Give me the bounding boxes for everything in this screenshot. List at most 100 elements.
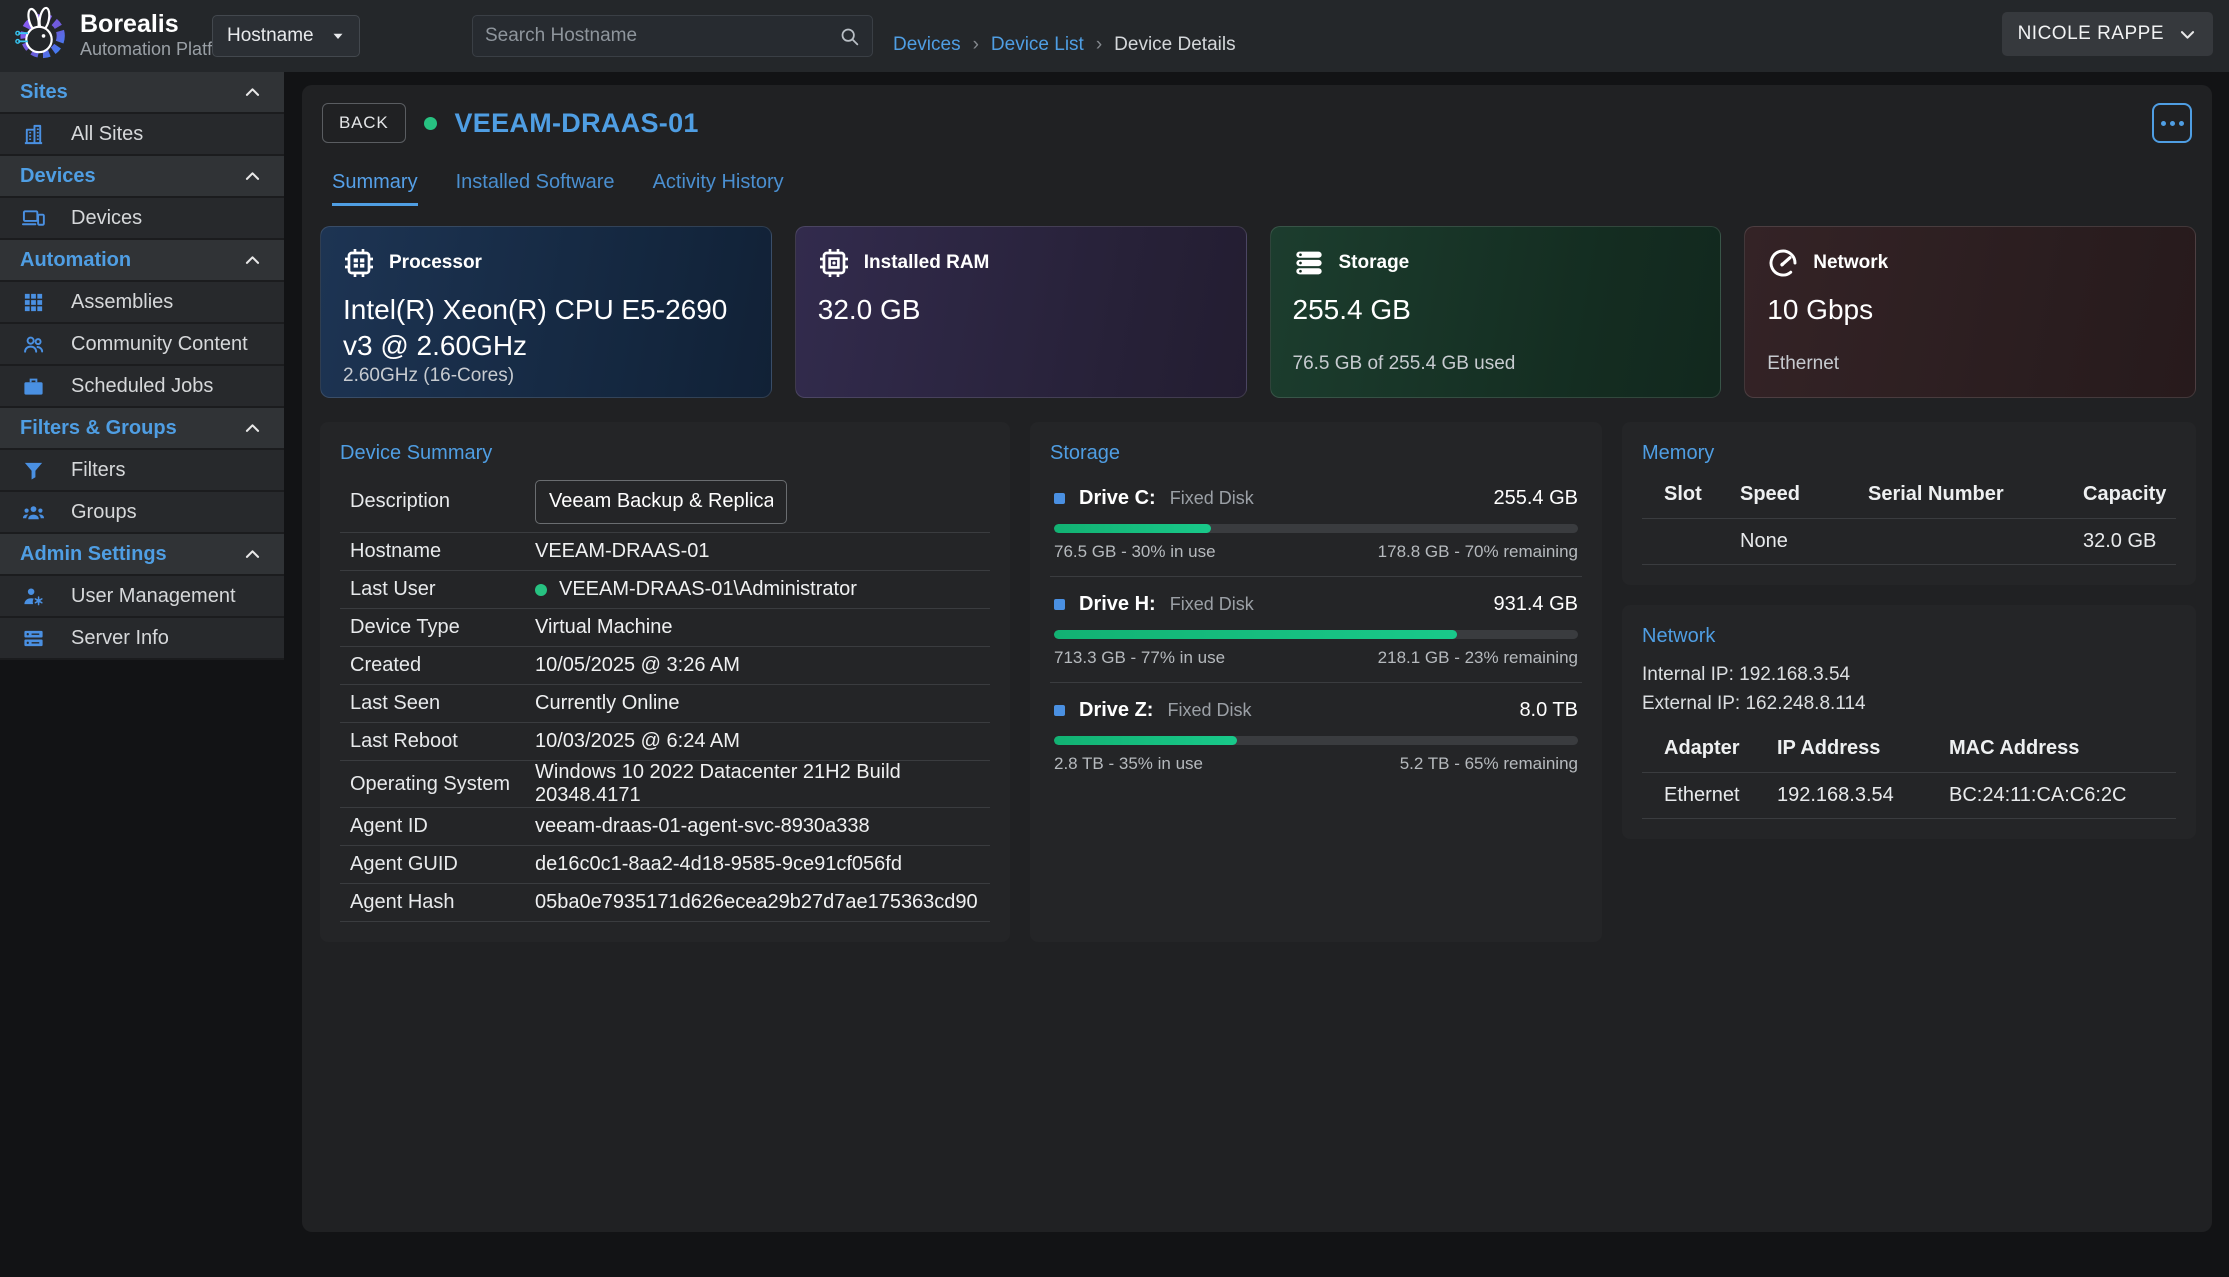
sidebar-item[interactable]: Assemblies <box>0 282 284 324</box>
tab[interactable]: Activity History <box>653 171 784 206</box>
processor-value: Intel(R) Xeon(R) CPU E5-2690 v3 @ 2.60GH… <box>343 292 749 365</box>
ellipsis-icon <box>2170 121 2175 126</box>
row-label: Last User <box>350 578 535 601</box>
row-value: Windows 10 2022 Datacenter 21H2 Build 20… <box>535 761 984 807</box>
drive-type: Fixed Disk <box>1170 488 1254 509</box>
external-ip: External IP: 162.248.8.114 <box>1642 689 2176 718</box>
sidebar-header-filters-groups[interactable]: Filters & Groups <box>0 408 284 450</box>
panel-title: Storage <box>1050 442 1582 465</box>
sidebar-header-sites[interactable]: Sites <box>0 72 284 114</box>
ram-value: 32.0 GB <box>818 292 1224 328</box>
card-title: Network <box>1813 252 1888 274</box>
drive-usage-bar <box>1054 630 1578 639</box>
row-value: Currently Online <box>535 692 680 715</box>
right-column: Memory Slot Speed Serial Number Capacity… <box>1622 422 2196 942</box>
processor-subtitle: 2.60GHz (16-Cores) <box>343 365 749 389</box>
memory-row: None 32.0 GB <box>1642 518 2176 565</box>
ram-chip-icon <box>818 247 850 279</box>
row-value: 10/05/2025 @ 3:26 AM <box>535 654 740 677</box>
sidebar-section-filters-groups: Filters & Groups Filters Groups <box>0 408 284 534</box>
hostname-filter-select[interactable]: Hostname <box>212 15 360 57</box>
memory-slot <box>1642 530 1740 553</box>
more-actions-button[interactable] <box>2152 103 2192 143</box>
sidebar-item-label: All Sites <box>71 123 143 146</box>
memory-col-serial: Serial Number <box>1868 483 2083 506</box>
hostname-search[interactable] <box>472 15 873 57</box>
summary-row-description: Description <box>340 471 990 533</box>
drive-name: Drive Z: <box>1079 699 1153 722</box>
network-col-mac: MAC Address <box>1949 737 2176 760</box>
section-label: Devices <box>20 165 96 188</box>
sidebar-item[interactable]: Groups <box>0 492 284 534</box>
network-card: Network 10 Gbps Ethernet <box>1744 226 2196 398</box>
sidebar-item[interactable]: Server Info <box>0 618 284 660</box>
summary-row: Hostname VEEAM-DRAAS-01 <box>340 533 990 571</box>
summary-row: Operating System Windows 10 2022 Datacen… <box>340 761 990 808</box>
sidebar-item[interactable]: Devices <box>0 198 284 240</box>
detail-panels: Device Summary Description Hostname VEEA… <box>320 422 2196 942</box>
adapter-ip: 192.168.3.54 <box>1777 784 1949 807</box>
user-menu-button[interactable]: NICOLE RAPPE <box>2002 12 2213 56</box>
breadcrumb-device-list[interactable]: Device List <box>991 34 1084 56</box>
sidebar-item[interactable]: User Management <box>0 576 284 618</box>
sidebar-item-icon <box>22 291 45 314</box>
row-value: Virtual Machine <box>535 616 672 639</box>
row-label: Agent Hash <box>350 891 535 914</box>
drive-row: Drive C: Fixed Disk 255.4 GB 76.5 GB - 3… <box>1050 471 1582 577</box>
drive-usage-bar <box>1054 524 1578 533</box>
ram-subtitle <box>818 375 1224 377</box>
network-value: 10 Gbps <box>1767 292 2173 328</box>
sidebar-section-devices: Devices Devices <box>0 156 284 240</box>
sidebar-item[interactable]: Scheduled Jobs <box>0 366 284 408</box>
breadcrumb-separator: › <box>1096 34 1102 56</box>
row-value: VEEAM-DRAAS-01\Administrator <box>559 578 857 601</box>
drive-remaining-text: 218.1 GB - 23% remaining <box>1378 648 1578 668</box>
sidebar-item[interactable]: Community Content <box>0 324 284 366</box>
sidebar-section-automation: Automation Assemblies Community Content … <box>0 240 284 408</box>
chevron-up-icon <box>243 545 262 564</box>
row-value: veeam-draas-01-agent-svc-8930a338 <box>535 815 870 838</box>
section-label: Admin Settings <box>20 543 167 566</box>
breadcrumb-devices[interactable]: Devices <box>893 34 961 56</box>
sidebar-item[interactable]: All Sites <box>0 114 284 156</box>
sidebar-item-label: Assemblies <box>71 291 173 314</box>
sidebar-header-devices[interactable]: Devices <box>0 156 284 198</box>
internal-ip: Internal IP: 192.168.3.54 <box>1642 660 2176 689</box>
sidebar-item[interactable]: Filters <box>0 450 284 492</box>
top-bar: Borealis Automation Platform Hostname De… <box>0 0 2229 72</box>
description-input[interactable] <box>535 480 787 524</box>
sidebar-item-label: Scheduled Jobs <box>71 375 213 398</box>
installed-ram-card: Installed RAM 32.0 GB <box>795 226 1247 398</box>
adapter-mac: BC:24:11:CA:C6:2C <box>1949 784 2176 807</box>
disk-stack-icon <box>1293 247 1325 279</box>
memory-col-speed: Speed <box>1740 483 1868 506</box>
drive-size: 931.4 GB <box>1493 593 1578 616</box>
drive-name: Drive H: <box>1079 593 1156 616</box>
memory-serial <box>1868 530 2083 553</box>
storage-subtitle: 76.5 GB of 255.4 GB used <box>1293 353 1699 377</box>
section-label: Filters & Groups <box>20 417 177 440</box>
brand-logo: Borealis Automation Platform <box>10 6 243 64</box>
drive-bullet-icon <box>1054 705 1065 716</box>
tab[interactable]: Installed Software <box>456 171 615 206</box>
drive-size: 255.4 GB <box>1493 487 1578 510</box>
row-value: 05ba0e7935171d626ecea29b27d7ae175363cd90 <box>535 891 978 914</box>
search-input[interactable] <box>485 25 839 47</box>
chevron-down-icon <box>2178 25 2197 44</box>
breadcrumb: Devices › Device List › Device Details <box>893 0 1236 72</box>
sidebar-header-admin[interactable]: Admin Settings <box>0 534 284 576</box>
ellipsis-icon <box>2161 121 2166 126</box>
drive-usage-fill <box>1054 524 1211 533</box>
card-title: Processor <box>389 252 482 274</box>
drive-used-text: 76.5 GB - 30% in use <box>1054 542 1216 562</box>
drive-remaining-text: 178.8 GB - 70% remaining <box>1378 542 1578 562</box>
sidebar-item-icon <box>22 627 45 650</box>
tab[interactable]: Summary <box>332 171 418 206</box>
network-subtitle: Ethernet <box>1767 353 2173 377</box>
back-button[interactable]: BACK <box>322 103 406 143</box>
sidebar-header-automation[interactable]: Automation <box>0 240 284 282</box>
drive-bullet-icon <box>1054 599 1065 610</box>
sidebar-section-admin: Admin Settings User Management Server In… <box>0 534 284 660</box>
chevron-up-icon <box>243 83 262 102</box>
summary-row: Last Reboot 10/03/2025 @ 6:24 AM <box>340 723 990 761</box>
